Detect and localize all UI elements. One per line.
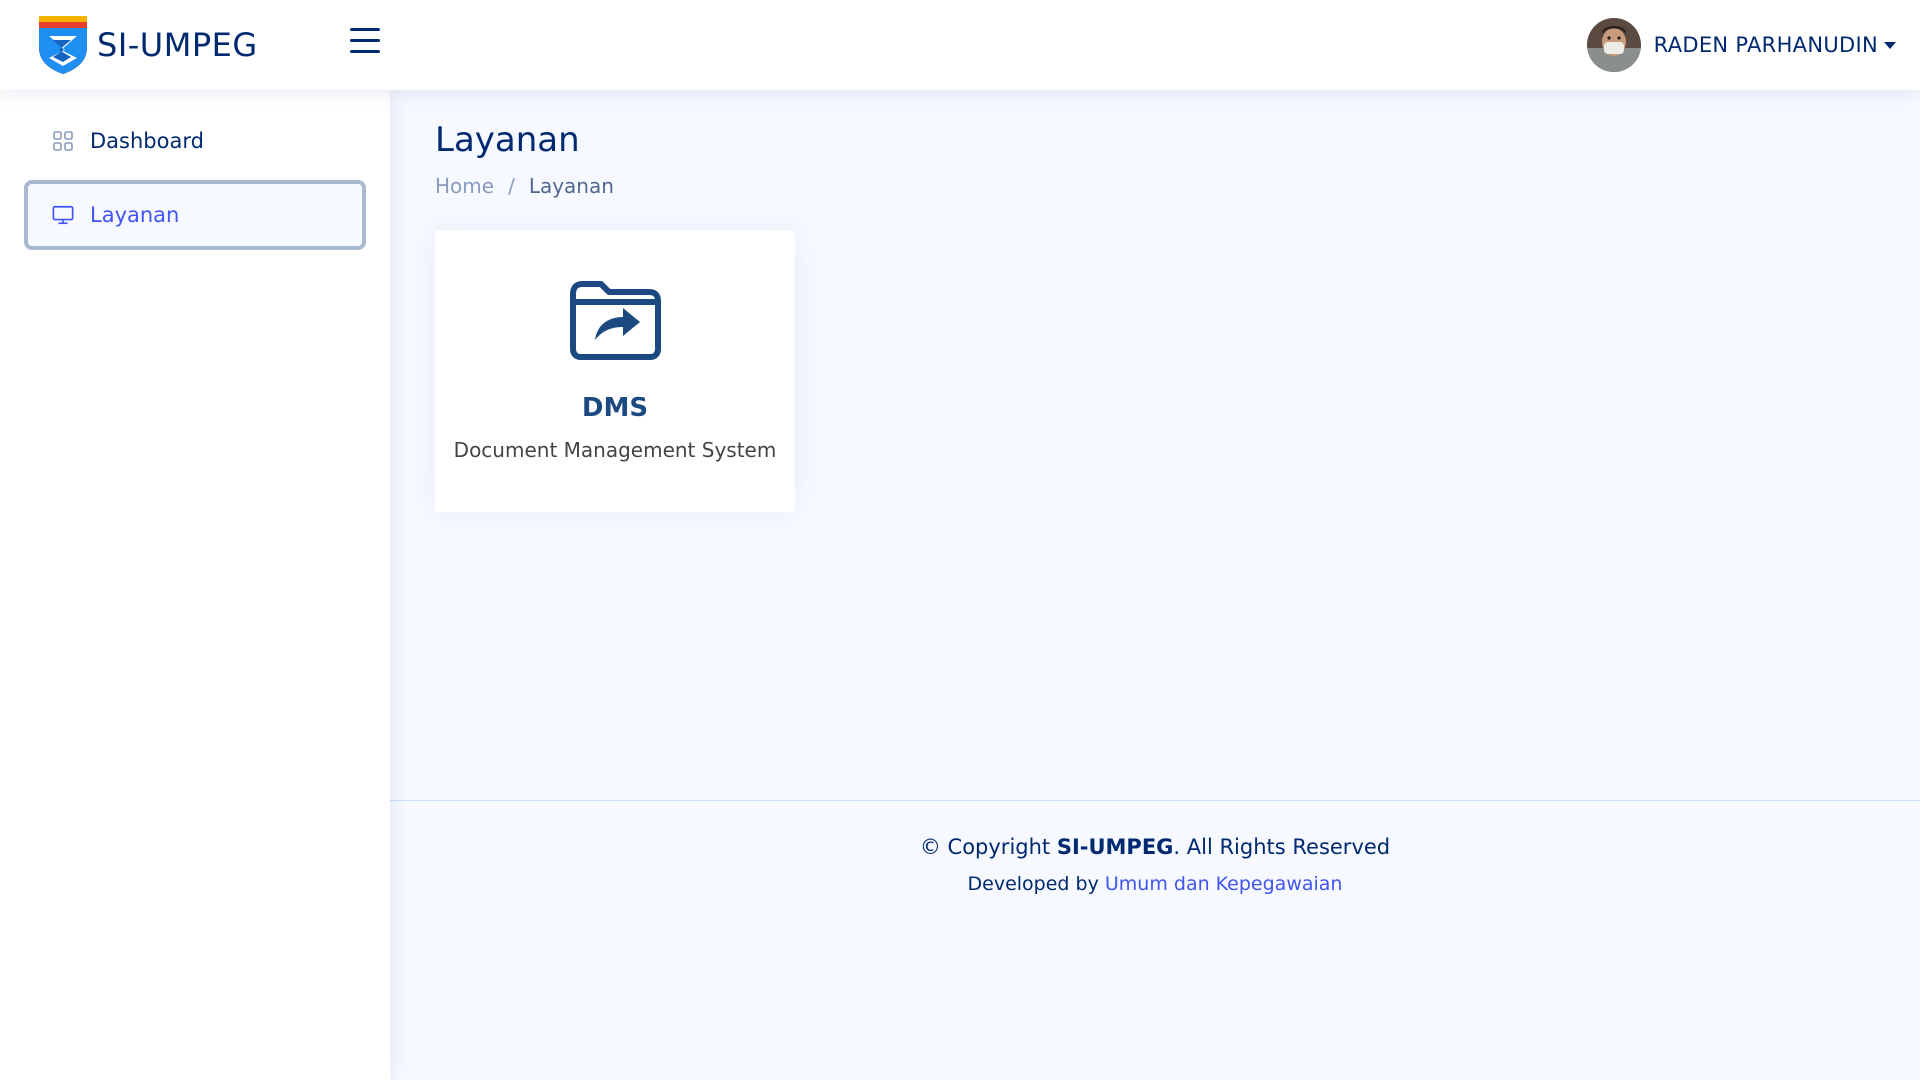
sidebar-toggle-button[interactable] [350,28,380,58]
breadcrumb-separator: / [508,174,515,198]
sidebar-item-label: Dashboard [90,129,204,153]
credits-text: Developed by Umum dan Kepegawaian [967,873,1343,895]
sidebar-item-dashboard[interactable]: Dashboard [24,110,366,172]
breadcrumb-home-link[interactable]: Home [435,174,494,198]
avatar [1586,18,1641,72]
user-name: RADEN PARHANUDIN [1653,33,1878,57]
profile-dropdown[interactable]: RADEN PARHANUDIN [1586,18,1896,72]
service-card-dms[interactable]: DMS Document Management System [435,230,795,512]
grid-icon [52,130,74,152]
hamburger-menu-icon [350,28,380,31]
breadcrumb-current: Layanan [528,174,614,198]
card-title: DMS [581,393,649,423]
sidebar-item-label: Layanan [90,203,180,227]
sidebar-item-layanan[interactable]: Layanan [24,180,366,250]
footer: © Copyright SI-UMPEG. All Rights Reserve… [390,800,1920,1080]
card-subtitle: Document Management System [453,438,777,462]
monitor-icon [52,204,74,226]
copyright-text: © Copyright SI-UMPEG. All Rights Reserve… [919,835,1391,859]
copyright-brand: SI-UMPEG [1056,835,1174,859]
page-title: Layanan [435,120,580,160]
caret-down-icon [1884,41,1896,49]
shield-logo-icon [39,16,87,74]
developer-link[interactable]: Umum dan Kepegawaian [1105,873,1343,895]
top-header: SI-UMPEG RADEN PARHANUDIN [0,0,1920,90]
sidebar: Dashboard Layanan [0,90,390,1080]
breadcrumb: Home / Layanan [435,174,1875,198]
brand-logo[interactable]: SI-UMPEG [37,14,258,75]
main-content: Layanan Home / Layanan DMS Document Mana… [390,90,1920,800]
folder-share-icon [570,281,661,360]
brand-name: SI-UMPEG [97,25,258,64]
